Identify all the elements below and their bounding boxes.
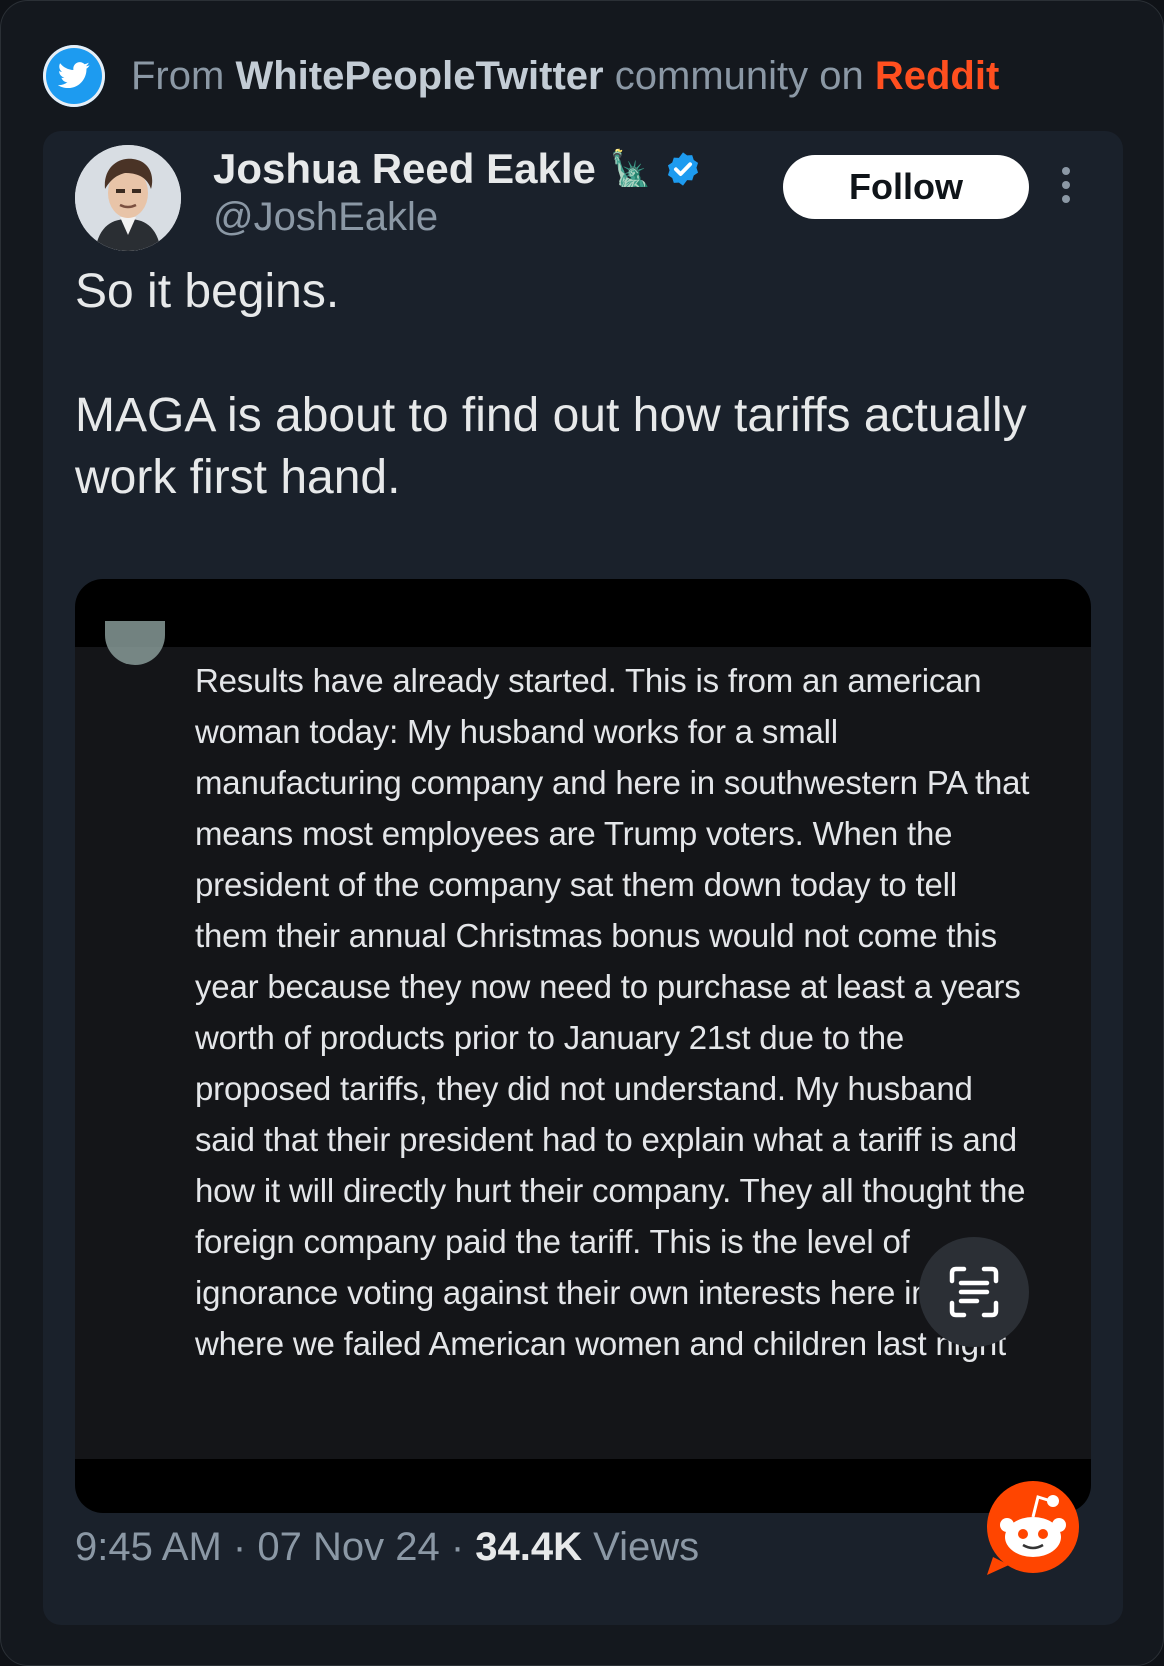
embedded-avatar (105, 621, 165, 665)
embedded-screenshot[interactable]: Results have already started. This is fr… (75, 579, 1091, 1513)
platform-name[interactable]: Reddit (875, 54, 999, 98)
source-header: From WhitePeopleTwitter community on Red… (43, 45, 999, 107)
post-frame: From WhitePeopleTwitter community on Red… (0, 0, 1164, 1666)
views-label: Views (593, 1525, 700, 1569)
embedded-post-text: Results have already started. This is fr… (195, 662, 1030, 1362)
reddit-snoo-icon[interactable] (983, 1479, 1083, 1579)
twitter-bird-icon (43, 45, 105, 107)
text-scan-icon[interactable] (919, 1237, 1029, 1347)
source-line: From WhitePeopleTwitter community on Red… (131, 54, 999, 99)
avatar[interactable] (75, 145, 181, 251)
author-name-row: Joshua Reed Eakle 🗽 (213, 145, 702, 193)
from-label: From (131, 53, 225, 98)
author-name[interactable]: Joshua Reed Eakle (213, 145, 596, 193)
tweet-date[interactable]: 07 Nov 24 (257, 1525, 439, 1569)
tweet-text-line-2: MAGA is about to find out how tariffs ac… (75, 389, 1027, 504)
tweet-text: So it begins. MAGA is about to find out … (75, 261, 1085, 509)
verified-badge-icon (668, 152, 699, 186)
tweet-time[interactable]: 9:45 AM (75, 1525, 222, 1569)
author-handle[interactable]: @JoshEakle (213, 195, 438, 240)
separator: · (232, 1525, 247, 1569)
tweet-meta: 9:45 AM · 07 Nov 24 · 34.4K Views (75, 1525, 699, 1570)
separator: · (450, 1525, 465, 1569)
tweet-text-line-1: So it begins. (75, 265, 340, 318)
community-name[interactable]: WhitePeopleTwitter (235, 54, 603, 98)
tweet-card: Joshua Reed Eakle 🗽 @JoshEakle Follow So… (43, 131, 1123, 1625)
views-count: 34.4K (475, 1525, 583, 1569)
statue-of-liberty-emoji: 🗽 (609, 150, 653, 188)
more-vertical-icon[interactable] (1061, 167, 1071, 207)
follow-button[interactable]: Follow (783, 155, 1029, 219)
community-suffix: community on (614, 53, 864, 98)
